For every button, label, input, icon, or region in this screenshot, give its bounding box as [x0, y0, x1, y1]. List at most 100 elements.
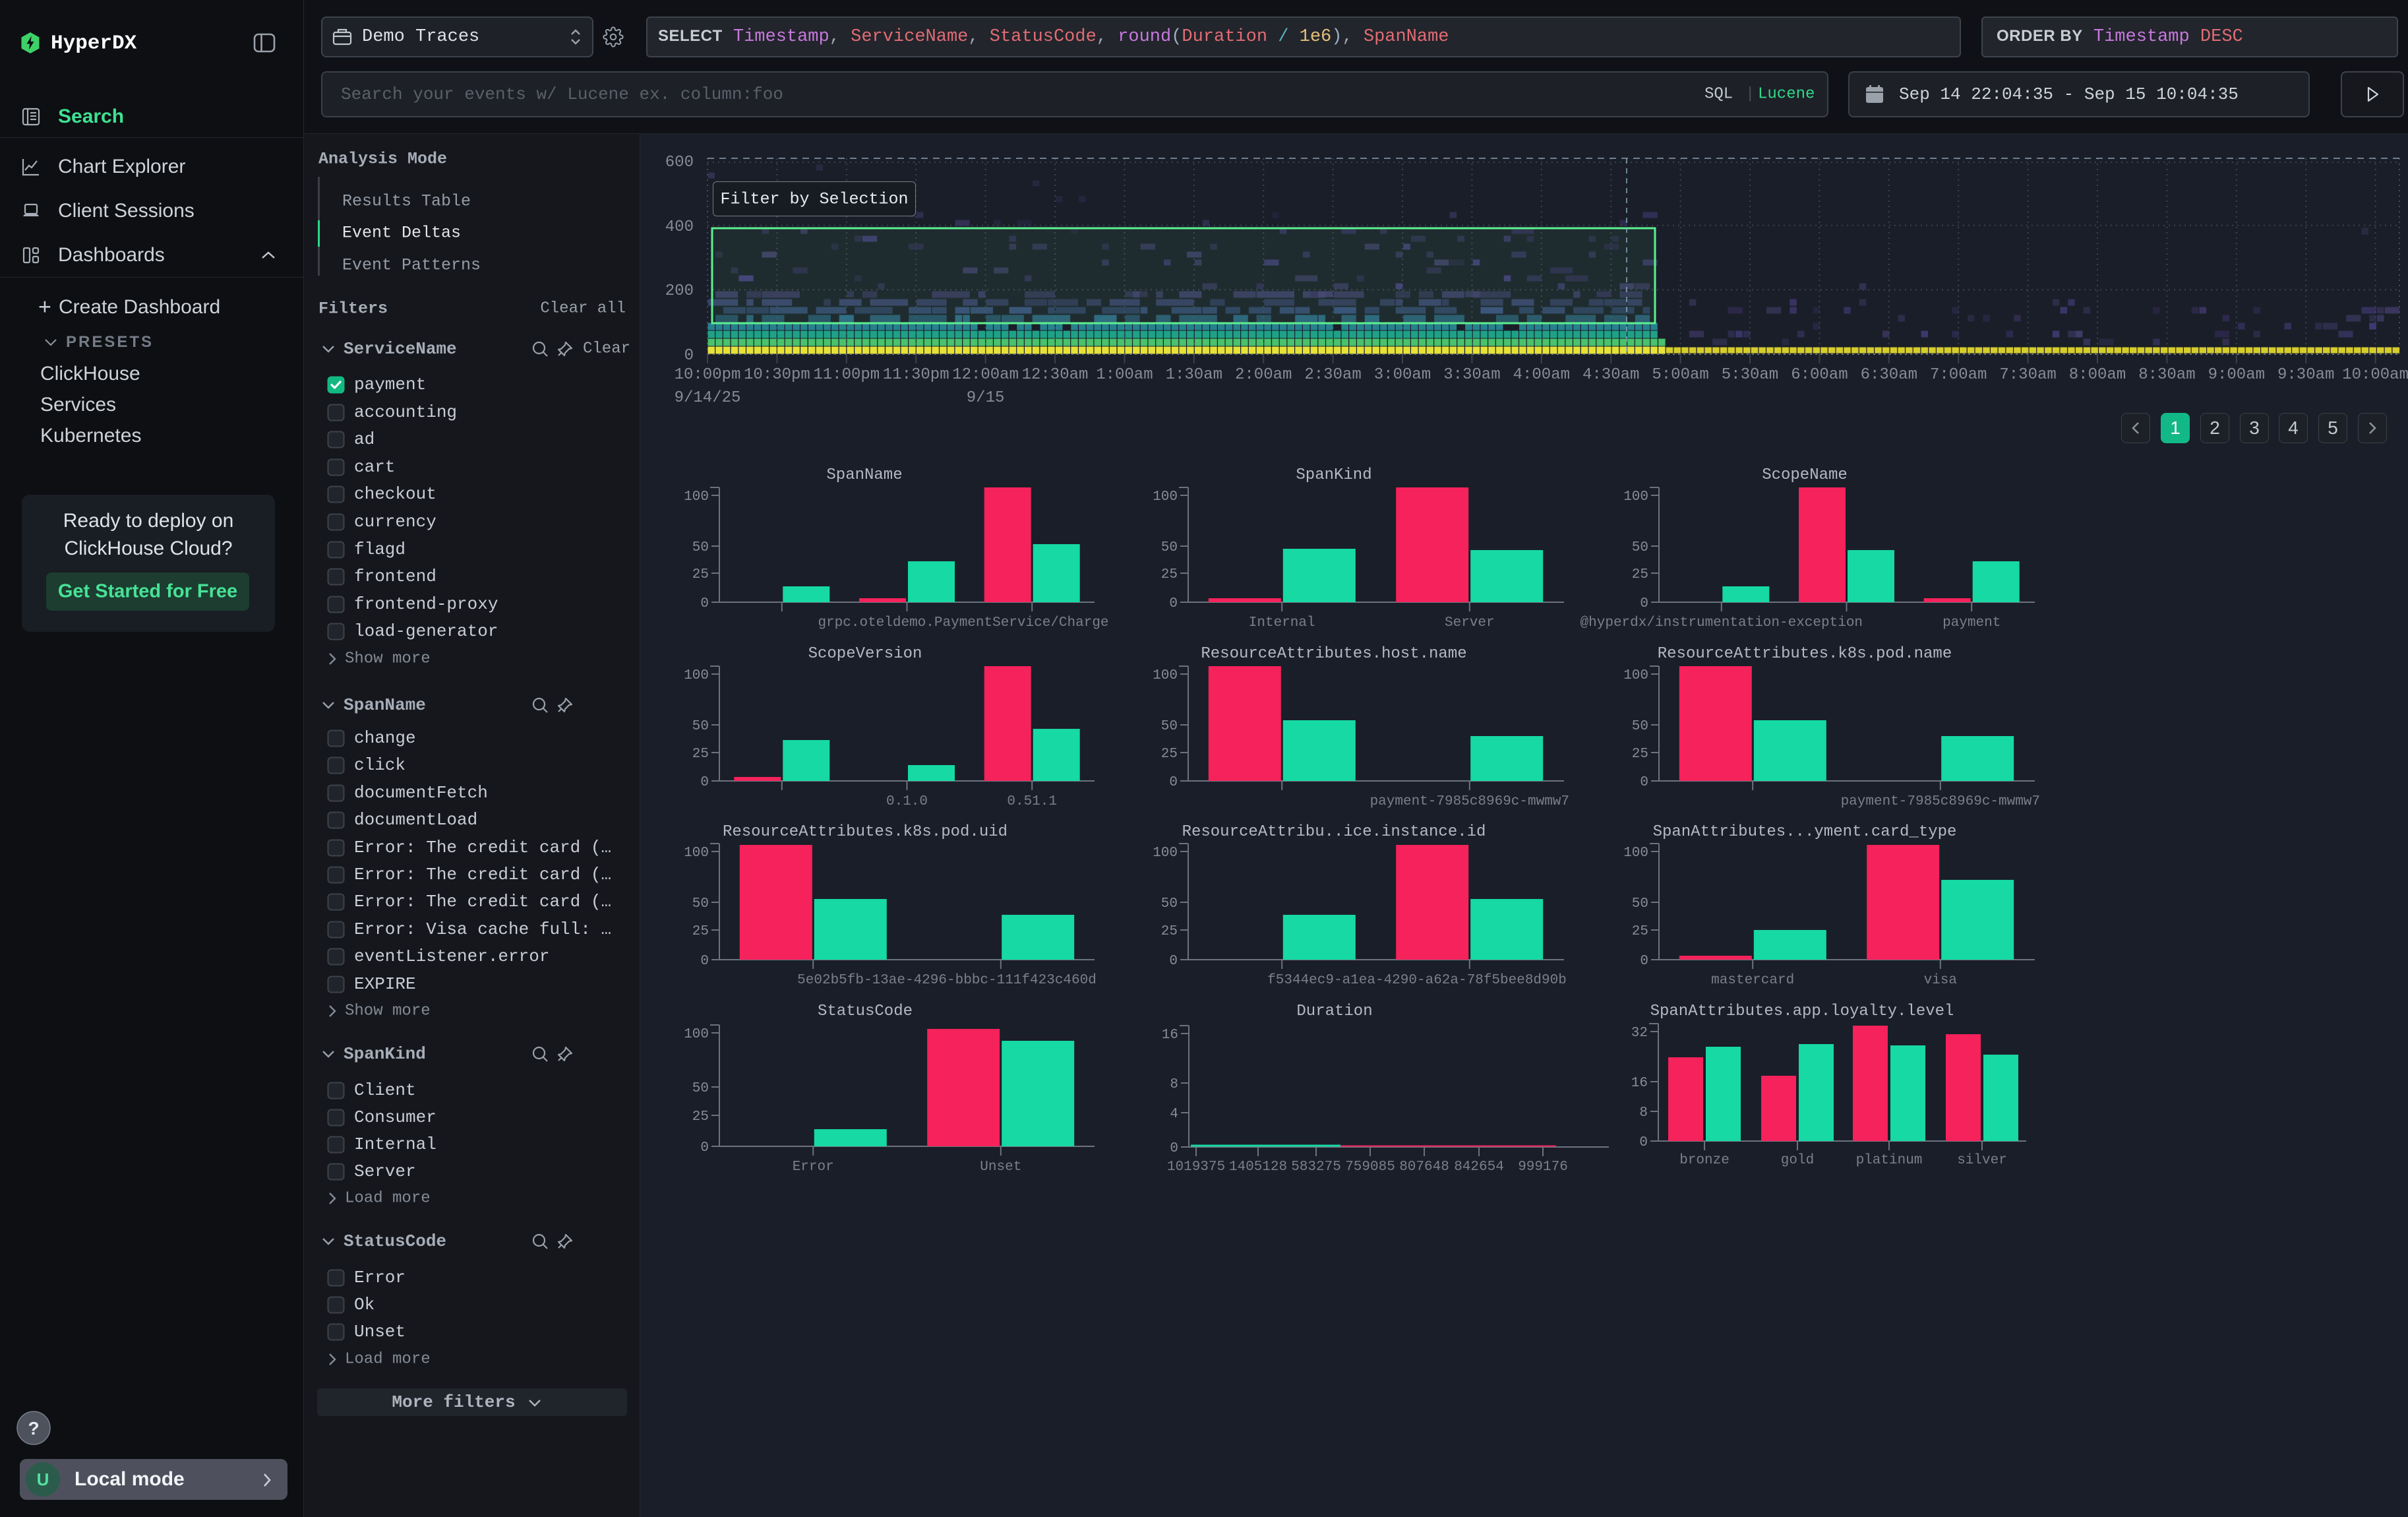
svg-text:2:30am: 2:30am — [1304, 366, 1361, 384]
svg-text:842654: 842654 — [1454, 1160, 1504, 1175]
svg-text:16: 16 — [1631, 1076, 1648, 1091]
svg-text:999176: 999176 — [1518, 1160, 1568, 1175]
svg-text:50: 50 — [692, 719, 709, 734]
svg-text:9:30am: 9:30am — [2277, 366, 2334, 384]
svg-text:25: 25 — [1161, 747, 1178, 762]
svg-text:4: 4 — [1170, 1107, 1178, 1122]
svg-text:100: 100 — [684, 846, 709, 861]
svg-text:25: 25 — [1161, 567, 1178, 582]
svg-text:12:30am: 12:30am — [1022, 366, 1089, 384]
svg-text:807648: 807648 — [1399, 1160, 1449, 1175]
svg-text:50: 50 — [692, 1081, 709, 1096]
svg-text:?: ? — [28, 1418, 39, 1439]
svg-text:50: 50 — [1632, 719, 1648, 734]
svg-text:600: 600 — [665, 154, 694, 171]
svg-text:100: 100 — [1153, 668, 1178, 683]
svg-text:ResourceAttributes.k8s.pod.uid: ResourceAttributes.k8s.pod.uid — [723, 823, 1008, 841]
svg-text:9/14/25: 9/14/25 — [675, 389, 741, 407]
svg-text:f5344ec9-a1ea-4290-a62a-78f5be: f5344ec9-a1ea-4290-a62a-78f5bee8d90b — [1267, 973, 1567, 988]
svg-text:100: 100 — [684, 1027, 709, 1042]
svg-text:Server: Server — [1445, 615, 1495, 631]
svg-text:10:00am: 10:00am — [2342, 366, 2408, 384]
svg-text:Error: Error — [793, 1160, 834, 1175]
svg-text:100: 100 — [1153, 846, 1178, 861]
svg-text:8: 8 — [1639, 1105, 1648, 1121]
svg-text:25: 25 — [692, 924, 709, 939]
svg-text:0: 0 — [700, 954, 709, 969]
svg-text:50: 50 — [1161, 540, 1178, 555]
svg-text:ScopeVersion: ScopeVersion — [808, 645, 922, 663]
svg-text:11:00pm: 11:00pm — [813, 366, 880, 384]
svg-text:50: 50 — [1161, 896, 1178, 912]
svg-text:25: 25 — [692, 567, 709, 582]
svg-text:6:00am: 6:00am — [1791, 366, 1848, 384]
svg-text:7:00am: 7:00am — [1930, 366, 1987, 384]
svg-text:4:00am: 4:00am — [1513, 366, 1570, 384]
svg-text:100: 100 — [1623, 489, 1648, 505]
svg-text:ResourceAttributes.k8s.pod.nam: ResourceAttributes.k8s.pod.name — [1658, 645, 1952, 663]
svg-text:1:00am: 1:00am — [1096, 366, 1153, 384]
svg-text:SpanAttributes.app.loyalty.lev: SpanAttributes.app.loyalty.level — [1650, 1003, 1954, 1020]
svg-text:50: 50 — [1632, 540, 1648, 555]
svg-text:32: 32 — [1631, 1026, 1648, 1041]
svg-text:0: 0 — [684, 347, 694, 365]
svg-text:50: 50 — [692, 896, 709, 912]
svg-text:mastercard: mastercard — [1711, 973, 1794, 988]
svg-text:0: 0 — [1170, 1141, 1178, 1156]
svg-text:SpanName: SpanName — [826, 466, 902, 484]
svg-text:payment: payment — [1942, 615, 2001, 631]
svg-text:50: 50 — [692, 540, 709, 555]
svg-text:583275: 583275 — [1291, 1160, 1341, 1175]
svg-text:25: 25 — [1632, 747, 1648, 762]
svg-text:1:30am: 1:30am — [1166, 366, 1222, 384]
svg-text:7:30am: 7:30am — [1999, 366, 2056, 384]
svg-text:0: 0 — [1639, 1135, 1648, 1150]
svg-text:50: 50 — [1632, 896, 1648, 912]
svg-text:8:00am: 8:00am — [2069, 366, 2126, 384]
svg-text:SpanKind: SpanKind — [1296, 466, 1371, 484]
svg-text:0.1.0: 0.1.0 — [886, 794, 928, 809]
svg-text:grpc.oteldemo.PaymentService/C: grpc.oteldemo.PaymentService/Charge — [818, 615, 1108, 631]
svg-text:gold: gold — [1781, 1153, 1814, 1168]
svg-text:1405128: 1405128 — [1229, 1160, 1287, 1175]
svg-text:0: 0 — [700, 1140, 709, 1156]
svg-text:payment-7985c8969c-mwmw7: payment-7985c8969c-mwmw7 — [1370, 794, 1569, 809]
svg-text:400: 400 — [665, 218, 694, 236]
svg-text:100: 100 — [684, 668, 709, 683]
svg-text:0.51.1: 0.51.1 — [1007, 794, 1057, 809]
svg-text:5:00am: 5:00am — [1652, 366, 1708, 384]
svg-text:25: 25 — [692, 747, 709, 762]
svg-text:2:00am: 2:00am — [1235, 366, 1292, 384]
svg-text:silver: silver — [1957, 1153, 2007, 1168]
svg-text:12:00am: 12:00am — [952, 366, 1019, 384]
svg-text:platinum: platinum — [1856, 1153, 1923, 1168]
svg-text:bronze: bronze — [1679, 1153, 1730, 1168]
svg-text:100: 100 — [684, 489, 709, 505]
svg-text:10:30pm: 10:30pm — [744, 366, 810, 384]
svg-text:8:30am: 8:30am — [2138, 366, 2195, 384]
svg-text:0: 0 — [1640, 596, 1648, 611]
svg-text:0: 0 — [1169, 775, 1178, 790]
svg-text:Internal: Internal — [1249, 615, 1315, 631]
svg-text:Unset: Unset — [980, 1160, 1021, 1175]
svg-text:11:30pm: 11:30pm — [883, 366, 949, 384]
svg-text:0: 0 — [1169, 954, 1178, 969]
svg-text:10:00pm: 10:00pm — [675, 366, 741, 384]
svg-text:Duration: Duration — [1296, 1003, 1372, 1020]
svg-text:25: 25 — [1632, 567, 1648, 582]
svg-text:0: 0 — [700, 775, 709, 790]
svg-text:3:00am: 3:00am — [1374, 366, 1431, 384]
svg-text:5e02b5fb-13ae-4296-bbbc-111f42: 5e02b5fb-13ae-4296-bbbc-111f423c460d — [797, 973, 1097, 988]
svg-text:1019375: 1019375 — [1167, 1160, 1225, 1175]
svg-text:9:00am: 9:00am — [2208, 366, 2265, 384]
svg-text:visa: visa — [1924, 973, 1957, 988]
svg-text:100: 100 — [1153, 489, 1178, 505]
svg-text:8: 8 — [1170, 1077, 1178, 1092]
svg-text:ResourceAttribu..ice.instance.: ResourceAttribu..ice.instance.id — [1182, 823, 1486, 841]
svg-text:200: 200 — [665, 282, 694, 300]
svg-text:9/15: 9/15 — [967, 389, 1005, 407]
svg-text:payment-7985c8969c-mwmw7: payment-7985c8969c-mwmw7 — [1841, 794, 2040, 809]
svg-text:ScopeName: ScopeName — [1762, 466, 1848, 484]
svg-text:16: 16 — [1162, 1028, 1178, 1043]
svg-text:StatusCode: StatusCode — [818, 1003, 913, 1020]
